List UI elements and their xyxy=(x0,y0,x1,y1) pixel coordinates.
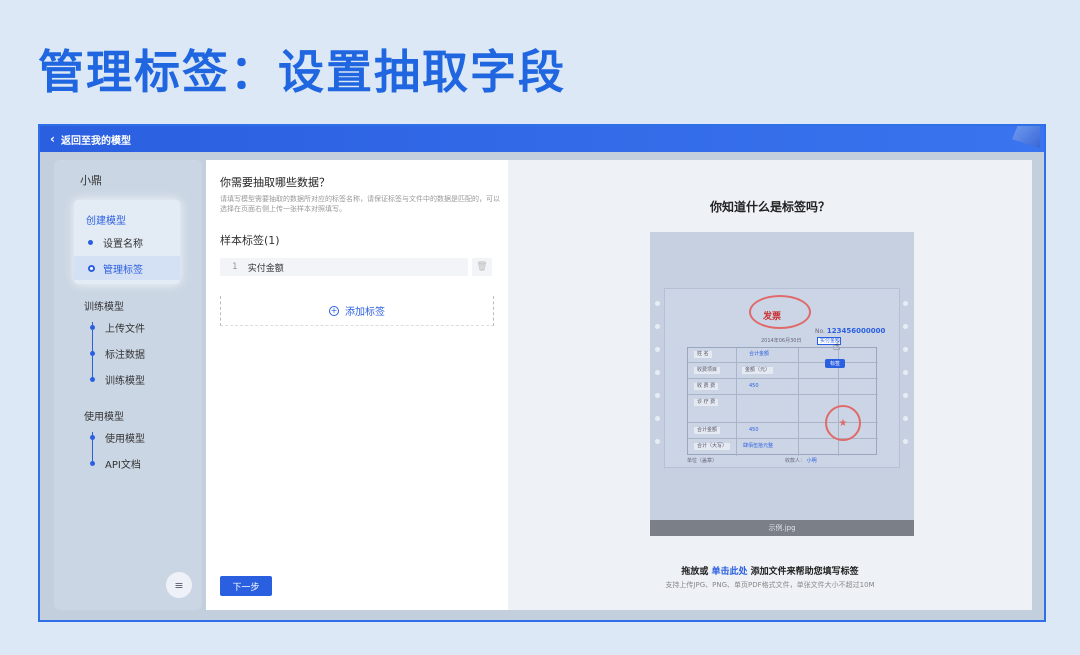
sidebar-item-train[interactable]: 训练模型 xyxy=(90,372,145,387)
invoice-footer-unit: 单位（盖章） xyxy=(687,458,718,464)
active-step-dot-icon xyxy=(88,264,95,272)
sidebar-item-label: 上传文件 xyxy=(105,324,145,335)
back-to-models-link[interactable]: 返回至我的模型 xyxy=(61,132,131,147)
invoice-footer-payee: 收款人： 小明 xyxy=(785,458,817,464)
cube-decoration-icon xyxy=(1012,126,1040,148)
step-dot-icon xyxy=(90,461,95,466)
invoice-cell: 合计金额 xyxy=(694,427,721,434)
invoice-cell: 收费项目 xyxy=(694,367,721,374)
sidebar-title: 小鼎 xyxy=(80,174,102,187)
invoice-cell: 姓 名 xyxy=(694,351,712,358)
sidebar-step-use-model[interactable]: 使用模型 xyxy=(84,408,124,423)
perforation-right xyxy=(903,301,909,461)
invoice-date: 2014年06月30日 xyxy=(761,338,802,344)
next-step-button[interactable]: 下一步 xyxy=(220,576,272,596)
upload-prompt-prefix: 拖放或 xyxy=(681,567,709,577)
sidebar-group-create: 创建模型 设置名称 管理标签 xyxy=(74,200,180,284)
menu-collapse-icon: ≡ xyxy=(174,578,184,592)
upload-prompt-suffix: 添加文件来帮助您填写标签 xyxy=(750,567,859,577)
tag-bubble: 标签 xyxy=(825,359,846,368)
preview-title: 你知道什么是标签吗？ xyxy=(709,200,830,214)
upload-prompt: 拖放或 单击此处 添加文件来帮助您填写标签 xyxy=(508,564,1032,577)
step-dot-icon xyxy=(90,377,95,382)
plus-circle-icon: + xyxy=(329,305,339,316)
sidebar-item-use-model[interactable]: 使用模型 xyxy=(90,430,145,445)
invoice-cell: 450 xyxy=(749,427,759,433)
sidebar-item-annotate[interactable]: 标注数据 xyxy=(90,346,145,361)
step-dot-icon xyxy=(90,325,95,330)
sidebar-step-train-model[interactable]: 训练模型 xyxy=(84,298,124,313)
delete-tag-button[interactable]: 🗑 xyxy=(472,258,492,276)
sidebar: 小鼎 创建模型 设置名称 管理标签 训练模型 上传文件 标注数据 训练模型 使用… xyxy=(54,160,202,610)
form-description: 请填写模型需要抽取的数据所对应的标签名称，请保证标签与文件中的数据是匹配的，可以… xyxy=(220,195,500,213)
invoice-cell: 合计金额 xyxy=(749,351,770,357)
sidebar-item-api-docs[interactable]: API文档 xyxy=(90,456,141,471)
form-question: 你需要抽取哪些数据？ xyxy=(220,176,330,189)
sidebar-item-upload[interactable]: 上传文件 xyxy=(90,320,145,335)
sidebar-item-label: 训练模型 xyxy=(105,376,145,387)
add-tag-label: 添加标签 xyxy=(345,307,385,318)
upload-click-link[interactable]: 单击此处 xyxy=(711,567,747,577)
upload-format-hint: 支持上传JPG、PNG、单页PDF格式文件，单张文件大小不超过10M xyxy=(665,581,875,589)
sidebar-item-manage-tags[interactable]: 管理标签 xyxy=(74,256,180,280)
sidebar-item-label: 标注数据 xyxy=(105,350,145,361)
invoice-cell: 肆佰伍拾元整 xyxy=(743,443,774,449)
sample-image[interactable]: 发票 No. 123456000000 2014年06月30日 实付金额 ☝ 姓 xyxy=(650,232,914,536)
sidebar-item-label: 设置名称 xyxy=(103,238,143,250)
tag-value: 实付金额 xyxy=(247,263,284,274)
tags-heading: 样本标签(1) xyxy=(220,234,280,247)
sidebar-item-label: 管理标签 xyxy=(103,264,143,276)
step-dot-icon xyxy=(88,239,93,245)
preview-panel: 你知道什么是标签吗？ 发票 No. 123456000000 2014年06月3… xyxy=(508,160,1032,610)
invoice-cell: 合计（大写） xyxy=(694,443,731,450)
invoice-cell: 450 xyxy=(749,383,759,389)
invoice-illustration: 发票 No. 123456000000 2014年06月30日 实付金额 ☝ 姓 xyxy=(655,288,908,468)
sidebar-item-set-name[interactable]: 设置名称 xyxy=(74,230,180,254)
tag-name-input[interactable]: 1 实付金额 xyxy=(220,258,468,276)
sidebar-item-label: 使用模型 xyxy=(105,434,145,445)
invoice-cell: 收 费 费 xyxy=(694,383,719,390)
invoice-number: No. 123456000000 xyxy=(815,327,886,335)
tag-row: 1 实付金额 🗑 xyxy=(220,258,492,276)
add-tag-button[interactable]: + 添加标签 xyxy=(220,296,494,326)
tag-index: 1 xyxy=(232,262,238,272)
sidebar-step-create-model[interactable]: 创建模型 xyxy=(86,212,126,227)
stamp-circle-icon: ★ xyxy=(825,405,861,441)
invoice-cell: 金额（元） xyxy=(742,367,774,374)
trash-icon: 🗑 xyxy=(476,262,488,272)
step-dot-icon xyxy=(90,435,95,440)
sidebar-item-label: API文档 xyxy=(105,460,141,471)
perforation-left xyxy=(655,301,661,461)
collapse-menu-button[interactable]: ≡ xyxy=(166,572,192,598)
sample-filename: 示例.jpg xyxy=(650,520,914,536)
invoice-cell: 诊 疗 费 xyxy=(694,399,719,406)
page-headline: 管理标签：设置抽取字段 xyxy=(38,45,566,99)
app-window: ‹ 返回至我的模型 小鼎 创建模型 设置名称 管理标签 训练模型 上传文件 标注… xyxy=(38,124,1046,622)
invoice-title: 发票 xyxy=(763,312,782,322)
top-bar: ‹ 返回至我的模型 xyxy=(40,126,1044,152)
chevron-left-icon[interactable]: ‹ xyxy=(50,132,55,146)
tag-form-panel: 你需要抽取哪些数据？ 请填写模型需要抽取的数据所对应的标签名称，请保证标签与文件… xyxy=(206,160,508,610)
step-dot-icon xyxy=(90,351,95,356)
